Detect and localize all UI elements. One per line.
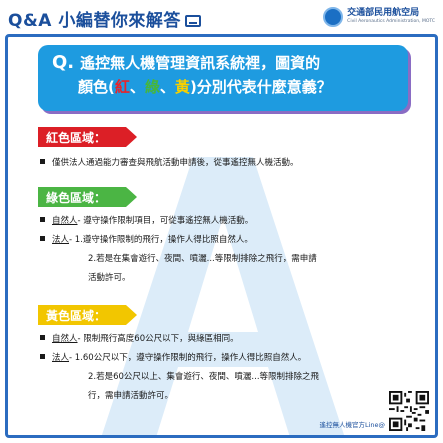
yellow-legal-cont-2: 行，需申請活動許可。 [88, 391, 174, 401]
question-sep-1: 、 [129, 78, 145, 96]
header: Q&A 小編替你來解答 交通部民用航空局 Civil Aeronautics A… [0, 0, 443, 34]
question-red: 紅 [114, 78, 130, 96]
question-prefix: 顏色( [78, 78, 115, 96]
yellow-natural-text: - 限制飛行高度60公尺以下，與綠區相同。 [77, 334, 239, 344]
green-legal-person: 法人 [52, 235, 70, 245]
question-line-2: 顏色(紅、綠、黃)分別代表什麼意義？ [52, 75, 398, 99]
chat-bubble-icon [184, 15, 201, 27]
yellow-zone-item-legal: 法人- 1.60公尺以下，遵守操作限制的飛行，操作人得比照自然人。 [40, 352, 306, 364]
yellow-legal-text: - 1.60公尺以下，遵守操作限制的飛行，操作人得比照自然人。 [69, 353, 307, 363]
question-sep-2: 、 [159, 78, 175, 96]
red-zone-label: 紅色區域： [38, 127, 137, 147]
content-frame: Q. 遙控無人機管理資訊系統裡，圖資的 顏色(紅、綠、黃)分別代表什麼意義？ 紅色… [5, 34, 438, 438]
red-zone-text: 僅供法人通過能力審查與飛航活動申請後，從事遙控無人機活動。 [52, 158, 299, 168]
green-natural-text: - 遵守操作限制項目，可從事遙控無人機活動。 [77, 216, 254, 226]
yellow-legal-cont-1: 2.若是60公尺以上、集會遊行、夜間、噴灑...等限制排除之飛 [88, 372, 320, 382]
bullet-icon [40, 354, 45, 359]
brand-subtitle: Civil Aeronautics Administration, MOTC [347, 19, 435, 25]
green-zone-label: 綠色區域： [38, 187, 137, 207]
question-line-1: Q. 遙控無人機管理資訊系統裡，圖資的 [52, 51, 398, 75]
green-zone-item-legal: 法人- 1.遵守操作限制的飛行，操作人得比照自然人。 [40, 234, 253, 246]
question-mark: Q. [52, 52, 75, 73]
yellow-legal-person: 法人 [52, 353, 70, 363]
bullet-icon [40, 217, 45, 222]
brand-name: 交通部民用航空局 [347, 8, 420, 19]
bullet-icon [40, 335, 45, 340]
yellow-natural-person: 自然人 [52, 334, 78, 344]
footer-line-label: 遙控無人機官方Line@ [319, 421, 385, 429]
green-natural-person: 自然人 [52, 216, 78, 226]
question-suffix: )分別代表什麼意義？ [189, 78, 332, 96]
question-yellow: 黃 [174, 78, 190, 96]
brand: 交通部民用航空局 Civil Aeronautics Administratio… [323, 7, 435, 27]
red-zone-item: 僅供法人通過能力審查與飛航活動申請後，從事遙控無人機活動。 [40, 157, 299, 169]
caa-logo-icon [323, 7, 344, 27]
yellow-zone-label: 黃色區域： [38, 305, 137, 325]
bullet-icon [40, 236, 45, 241]
qr-code-icon[interactable] [389, 391, 429, 431]
brand-text: 交通部民用航空局 Civil Aeronautics Administratio… [347, 9, 435, 25]
question-box: Q. 遙控無人機管理資訊系統裡，圖資的 顏色(紅、綠、黃)分別代表什麼意義？ [38, 45, 408, 111]
green-legal-text: - 1.遵守操作限制的飛行，操作人得比照自然人。 [69, 235, 253, 245]
page-title-text: Q&A 小編替你來解答 [8, 11, 181, 31]
green-zone-item-natural: 自然人- 遵守操作限制項目，可從事遙控無人機活動。 [40, 215, 253, 227]
green-legal-cont-2: 活動許可。 [88, 273, 131, 283]
bullet-icon [40, 159, 45, 164]
page-title: Q&A 小編替你來解答 [8, 6, 201, 31]
question-green: 綠 [144, 78, 160, 96]
yellow-zone-item-natural: 自然人- 限制飛行高度60公尺以下，與綠區相同。 [40, 333, 239, 345]
question-text-1: 遙控無人機管理資訊系統裡，圖資的 [80, 54, 321, 72]
green-legal-cont-1: 2.若是在集會遊行、夜間、噴灑...等限制排除之飛行，需申請 [88, 254, 317, 264]
